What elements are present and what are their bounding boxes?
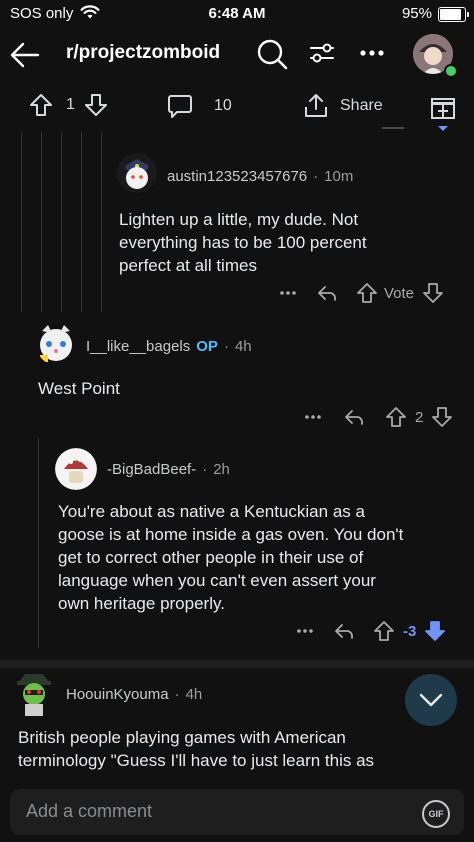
chevron-down-icon [419,693,443,707]
comment-body: You're about as native a Kentuckian as a… [58,502,404,613]
downvote-icon[interactable] [422,282,444,304]
comment-actions: 2 [303,406,453,428]
comments-button[interactable]: 10 [166,92,232,120]
gif-button[interactable]: GIF [422,800,450,828]
comment-bubble-icon [168,95,192,118]
comment-time: 4h [234,338,252,355]
comment-divider [0,660,474,668]
comment-actions: Vote [278,282,444,304]
share-button[interactable]: Share [302,92,383,120]
comment-body: West Point [38,379,120,398]
comment-score: -3 [403,622,417,640]
share-icon [305,94,327,117]
upvote-icon[interactable] [385,406,407,428]
comment-count: 10 [214,97,232,114]
subreddit-title[interactable]: r/projectzomboid [66,42,220,64]
more-options-icon[interactable] [295,621,315,641]
award-icon[interactable] [429,93,457,121]
thread-line[interactable] [101,132,102,312]
comment-score: 2 [415,408,424,426]
thread-line[interactable] [81,132,82,312]
search-icon[interactable] [254,36,290,72]
thread-line[interactable] [41,132,42,312]
reply-icon[interactable] [333,620,355,642]
thread-line[interactable] [21,132,22,312]
sort-filter-icon[interactable] [307,38,337,68]
comment-body: Lighten up a little, my dude. Not everyt… [119,210,367,275]
comment-author[interactable]: -BigBadBeef- [107,461,196,478]
comment-time: 4h [185,686,203,703]
top-header: r/projectzomboid [0,28,474,80]
comment-time: 10m [324,168,354,185]
post-action-bar: 1 10 Share [0,80,474,132]
battery-icon [438,7,469,22]
more-options-icon[interactable] [278,283,298,303]
vote-label: Vote [384,284,415,302]
online-status-dot [444,64,458,78]
comment-author[interactable]: HoouinKyouma [66,686,169,703]
commenter-avatar[interactable] [36,323,76,365]
commenter-avatar[interactable] [117,153,157,193]
reply-icon[interactable] [316,282,338,304]
status-bar: SOS only 6:48 AM 95% [0,0,474,28]
collapsed-hint [382,127,404,129]
comment-author[interactable]: austin123523457676 [167,168,307,185]
thread-line[interactable] [61,132,62,312]
collapsed-arrow-icon [438,126,448,131]
comment-placeholder: Add a comment [26,801,153,821]
battery-percent: 95% [401,5,432,22]
thread-line[interactable] [38,438,39,648]
downvote-icon[interactable] [83,92,109,118]
commenter-avatar[interactable] [55,448,97,490]
comment-composer-bar: Add a comment GIF [0,782,474,842]
upvote-icon[interactable] [28,92,54,118]
next-comment-button[interactable] [405,674,457,726]
add-comment-input[interactable]: Add a comment GIF [10,789,464,835]
share-label: Share [340,97,383,114]
reply-icon[interactable] [343,406,365,428]
downvote-icon[interactable] [431,406,453,428]
more-options-icon[interactable] [357,38,387,68]
op-badge: OP [196,338,218,355]
more-options-icon[interactable] [303,407,323,427]
back-arrow-icon[interactable] [8,38,42,72]
post-score: 1 [66,96,75,113]
comment-actions: -3 [295,620,446,642]
comment-author[interactable]: I__like__bagels [86,338,190,355]
downvote-icon-active[interactable] [424,620,446,642]
upvote-icon[interactable] [373,620,395,642]
commenter-avatar[interactable] [13,668,55,716]
comment-time: 2h [213,461,230,478]
comment-body: British people playing games with Americ… [18,728,375,770]
upvote-icon[interactable] [356,282,378,304]
